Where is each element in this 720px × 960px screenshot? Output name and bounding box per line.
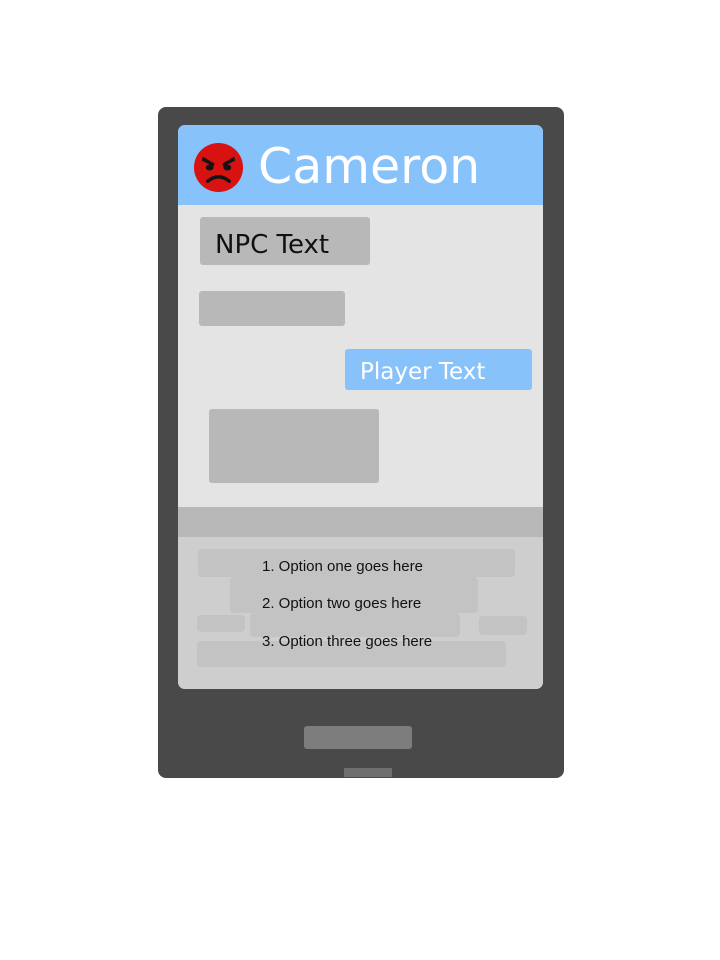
npc-message-placeholder: [209, 409, 379, 483]
reply-option-1[interactable]: 1. Option one goes here: [262, 557, 423, 577]
reply-option-3[interactable]: 3. Option three goes here: [262, 632, 432, 652]
phone-screen: Cameron NPC Text Player Text 1. Option o…: [178, 125, 543, 689]
charging-port: [344, 768, 392, 777]
reply-divider-bar: [178, 507, 543, 537]
options-background-shape: [479, 616, 527, 635]
npc-message-placeholder: [199, 291, 345, 326]
home-button[interactable]: [304, 726, 412, 749]
phone-frame: Cameron NPC Text Player Text 1. Option o…: [158, 107, 564, 778]
reply-options-panel: 1. Option one goes here 2. Option two go…: [178, 537, 543, 689]
player-message-bubble: Player Text: [345, 349, 532, 390]
options-background-shape: [197, 615, 245, 632]
npc-message-bubble: NPC Text: [200, 217, 370, 265]
chat-header: Cameron: [178, 125, 543, 205]
angry-face-icon: [193, 142, 244, 193]
reply-option-2[interactable]: 2. Option two goes here: [262, 594, 421, 614]
contact-name: Cameron: [258, 138, 481, 195]
